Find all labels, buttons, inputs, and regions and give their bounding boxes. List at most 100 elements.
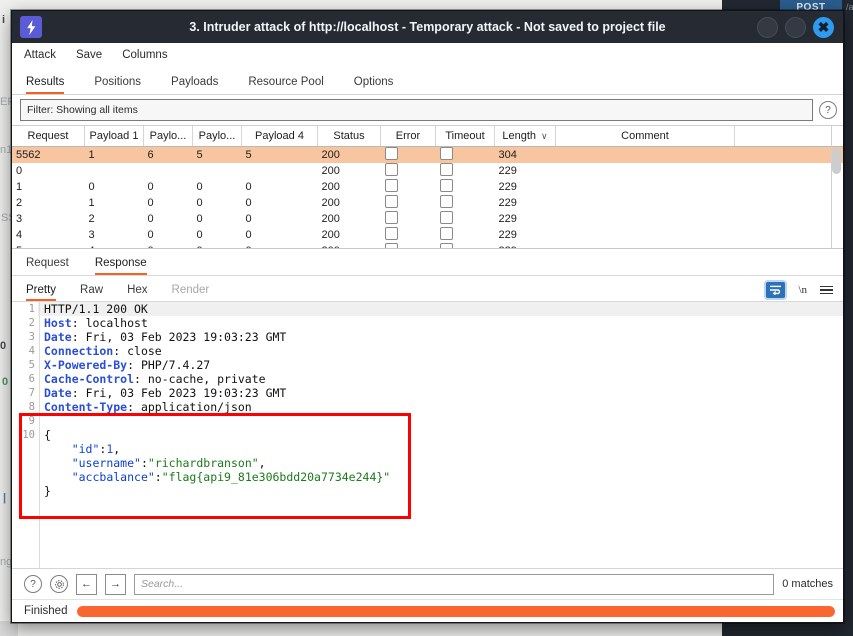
tab-results[interactable]: Results [26,76,65,94]
tab-options[interactable]: Options [354,76,394,94]
json-value: "richardbranson" [147,456,259,470]
minimize-button[interactable] [757,16,778,38]
checkbox-error[interactable] [384,227,398,240]
cell-length: 229 [498,197,517,209]
checkbox-timeout[interactable] [439,147,453,160]
checkbox-timeout[interactable] [439,195,453,208]
background-path-text: /a [846,2,853,12]
response-header-line: Date: Fri, 03 Feb 2023 19:03:23 GMT [44,386,843,400]
column-header-status[interactable]: Status [317,126,381,147]
tab-resource-pool[interactable]: Resource Pool [248,76,323,94]
header-value: Fri, 03 Feb 2023 19:03:23 GMT [78,330,287,344]
table-row[interactable]: 5562 1 6 5 5 200 304 [12,146,843,163]
progress-bar-fill [77,605,835,617]
checkbox-timeout[interactable] [439,179,453,192]
checkbox-timeout[interactable] [439,243,453,248]
checkbox-error[interactable] [384,211,398,224]
checkbox-timeout[interactable] [439,163,453,176]
checkbox-error[interactable] [384,163,398,176]
table-row[interactable]: 54000200229 [12,243,843,248]
checkbox-timeout[interactable] [439,211,453,224]
cell-timeout [436,179,495,195]
column-header-paylo[interactable]: Paylo... [143,126,193,147]
cell-status: 200 [321,213,340,225]
tab-request[interactable]: Request [26,257,69,275]
table-row[interactable]: 4 3 0 0 0 200 229 [12,227,843,243]
cell-request: 4 [16,229,23,241]
sort-chevron-down-icon[interactable]: ∨ [541,131,548,141]
cell-p4: 0 [245,197,252,209]
word-wrap-icon[interactable] [766,282,786,298]
column-header-blank[interactable] [734,126,843,147]
checkbox-error[interactable] [384,243,398,248]
question-mark-icon[interactable]: ? [24,575,42,593]
column-header-length[interactable]: Length ∨ [494,126,556,147]
checkbox-error[interactable] [384,195,398,208]
line-number: 6 [28,373,35,385]
menu-bar: Attack Save Columns [12,43,843,68]
menu-columns[interactable]: Columns [122,49,167,61]
header-key: Cache-Control [44,372,135,386]
newline-icon[interactable]: \n [798,284,807,296]
cell-p4: 0 [245,213,252,225]
column-header-payload-4[interactable]: Payload 4 [241,126,318,147]
hamburger-menu-icon[interactable] [820,285,833,295]
tab-response[interactable]: Response [94,257,147,275]
line-number: 8 [28,401,35,413]
cell-p4: 5 [241,146,318,163]
results-table-scrollbar[interactable] [832,148,841,174]
view-tab-hex[interactable]: Hex [127,284,147,301]
cell-spacer [734,146,843,163]
progress-bar [77,605,835,617]
table-row[interactable]: 1 0 0 0 0 200 229 [12,179,843,195]
cell-comment [556,195,735,211]
search-next-button[interactable]: → [105,573,126,595]
close-icon[interactable]: ✖ [813,16,834,38]
response-header-line: Host: localhost [44,316,843,330]
table-row[interactable]: 2 1 0 0 0 200 229 [12,195,843,211]
cell-status: 200 [318,243,381,248]
json-key: "id" [71,442,100,456]
menu-attack[interactable]: Attack [24,49,56,61]
response-editor[interactable]: 1 2 3 4 5 6 7 8 9 10 HTTP/1.1 200 OK Host: localho… [12,302,843,568]
checkbox-error[interactable] [384,147,398,160]
view-tab-pretty[interactable]: Pretty [26,284,57,301]
cell-comment [556,179,735,195]
cell-p3: 5 [192,146,242,163]
column-header-paylo[interactable]: Paylo... [192,126,242,147]
window-controls: ✖ [757,16,834,38]
question-mark-icon[interactable]: ? [819,101,837,119]
header-key: Date [44,330,72,344]
gear-icon[interactable] [50,575,68,593]
checkbox-error[interactable] [384,179,398,192]
table-row[interactable]: 3 2 0 0 0 200 229 [12,211,843,227]
filter-input[interactable]: Filter: Showing all items [20,99,813,121]
maximize-button[interactable] [785,16,806,38]
cell-comment [556,211,735,227]
search-input[interactable]: Search... [134,573,775,595]
tab-positions[interactable]: Positions [94,76,141,94]
line-number: 7 [28,387,35,399]
cell-error [381,243,436,248]
column-header-error[interactable]: Error [380,126,436,147]
column-header-label: Payload 4 [255,130,304,142]
view-tab-raw[interactable]: Raw [80,284,103,301]
cell-p4: 0 [245,181,252,193]
search-prev-button[interactable]: ← [76,573,97,595]
cell-comment [555,146,735,163]
column-header-request[interactable]: Request [12,126,85,147]
cell-p3: 0 [193,243,242,248]
column-header-payload-1[interactable]: Payload 1 [84,126,144,147]
header-value: no-cache, private [140,372,266,386]
column-header-comment[interactable]: Comment [555,126,735,147]
tab-payloads[interactable]: Payloads [171,76,218,94]
gutter-divider [39,302,40,568]
menu-save[interactable]: Save [76,49,102,61]
cell-p4: 0 [245,229,252,241]
header-separator: : [71,316,79,330]
column-header-label: Timeout [445,130,485,142]
cell-timeout [436,227,495,243]
table-row[interactable]: 0 200 229 [12,163,843,179]
column-header-timeout[interactable]: Timeout [435,126,495,147]
checkbox-timeout[interactable] [439,227,453,240]
